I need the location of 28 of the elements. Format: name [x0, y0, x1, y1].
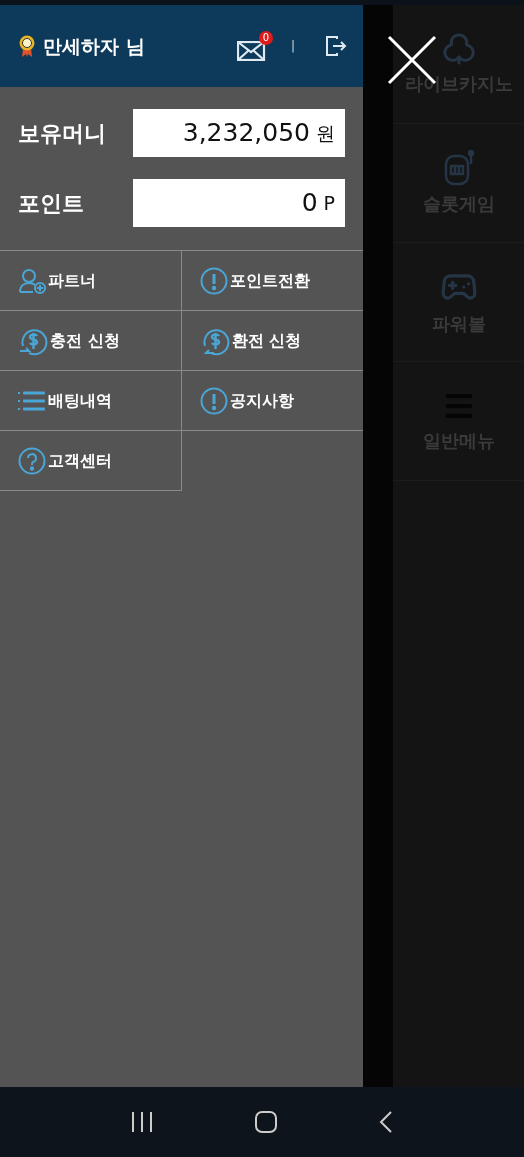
balance-value: 3,232,050 [182, 117, 310, 150]
balance-label: 포인트 [18, 189, 85, 218]
mail-count-badge: 0 [258, 31, 273, 45]
menu-item[interactable]: 배팅내역 [0, 371, 182, 431]
username: 만세하자 님 [43, 33, 145, 59]
exclamation-circle-icon [199, 266, 228, 295]
mail-icon [236, 41, 267, 61]
balance-label: 보유머니 [18, 119, 107, 148]
menu-item[interactable]: 고객센터 [0, 431, 182, 491]
balance-unit: 원 [316, 120, 335, 146]
list-icon [18, 389, 46, 412]
home-icon[interactable] [254, 1110, 278, 1134]
menu-item[interactable]: 충전 신청 [0, 311, 182, 371]
club-icon [441, 31, 476, 66]
balance-unit: P [323, 190, 335, 216]
recent-apps-icon[interactable] [130, 1111, 154, 1133]
separator: | [290, 38, 295, 55]
help-icon [18, 446, 46, 475]
menu-item[interactable]: 파트너 [0, 251, 182, 311]
logout-button[interactable] [325, 35, 347, 57]
mail-button[interactable]: 0 [236, 31, 273, 61]
user-add-icon [18, 267, 46, 294]
exclamation-circle-icon [199, 386, 228, 415]
medal-icon [19, 34, 35, 58]
back-icon[interactable] [378, 1110, 394, 1134]
slot-machine-icon [442, 149, 475, 186]
balance-value: 0 [301, 187, 318, 220]
logout-icon [325, 35, 347, 57]
